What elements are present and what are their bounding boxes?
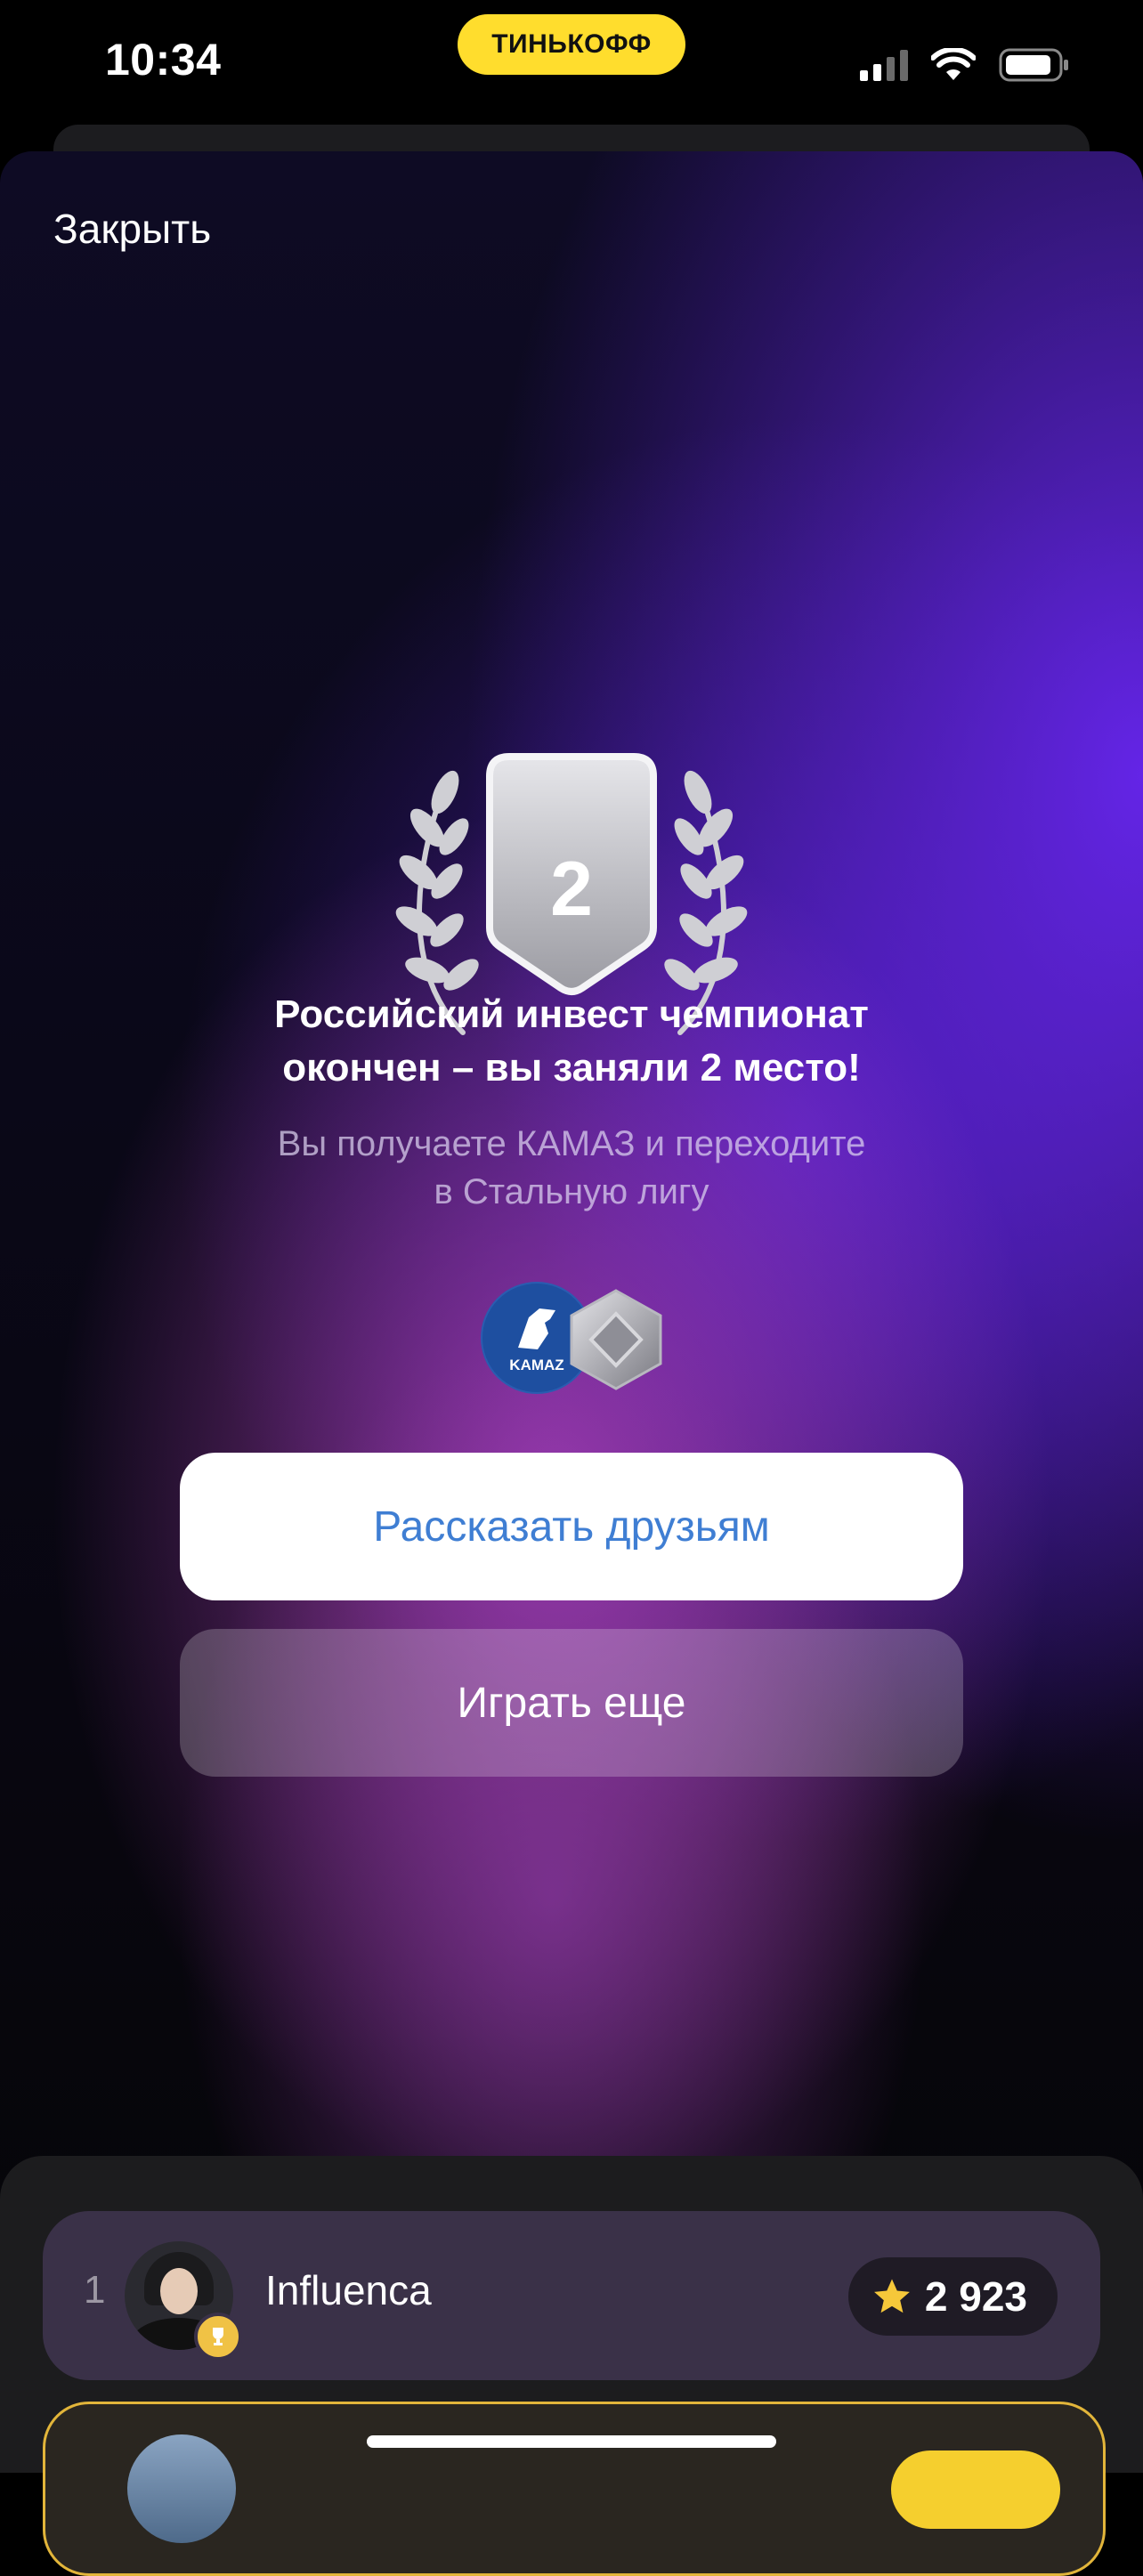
score-badge [891,2450,1060,2529]
score-badge: 2 923 [847,2257,1058,2336]
close-button[interactable]: Закрыть [53,205,211,253]
headline-line-1: Российский инвест чемпионат [274,992,869,1036]
player-name: Influenca [265,2267,432,2313]
status-icons [860,46,1070,84]
share-with-friends-button[interactable]: Рассказать друзьям [180,1453,963,1600]
place-number: 2 [550,847,593,932]
rank-number: 1 [84,2268,106,2312]
championship-result-sheet: Закрыть 2 Российский инвест чемпионат ок… [0,151,1143,2473]
wifi-icon [931,48,976,80]
battery-icon [999,48,1068,82]
score-value: 2 923 [924,2273,1027,2320]
cellular-signal-icon [860,49,908,81]
steel-league-badge-icon [570,1289,662,1390]
brand-pill: ТИНЬКОФФ [458,14,685,75]
headline-line-2: окончен – вы заняли 2 место! [282,1046,861,1090]
result-headline: Российский инвест чемпионат окончен – вы… [126,988,1017,1095]
rewards: KAMAZ [481,1282,668,1394]
leaderboard-row-current-user[interactable] [43,2402,1106,2576]
status-time: 10:34 [105,35,222,85]
laurel-wreath-icon [395,753,748,1035]
star-icon [873,2279,910,2313]
home-indicator [367,2435,776,2448]
trophy-icon [194,2313,242,2361]
avatar [127,2434,236,2543]
leaderboard-row[interactable]: 1 Influenca 2 923 [43,2211,1100,2380]
subline-line-2: в Стальную лигу [434,1172,709,1211]
subline-line-1: Вы получаете КАМАЗ и переходите [277,1124,866,1163]
result-subline: Вы получаете КАМАЗ и переходите в Стальн… [126,1120,1017,1216]
play-again-button[interactable]: Играть еще [180,1629,963,1777]
leaderboard: 1 Influenca 2 923 [0,2156,1143,2576]
status-bar: 10:34 ТИНЬКОФФ [0,0,1143,134]
place-trophy: 2 [365,614,778,1050]
